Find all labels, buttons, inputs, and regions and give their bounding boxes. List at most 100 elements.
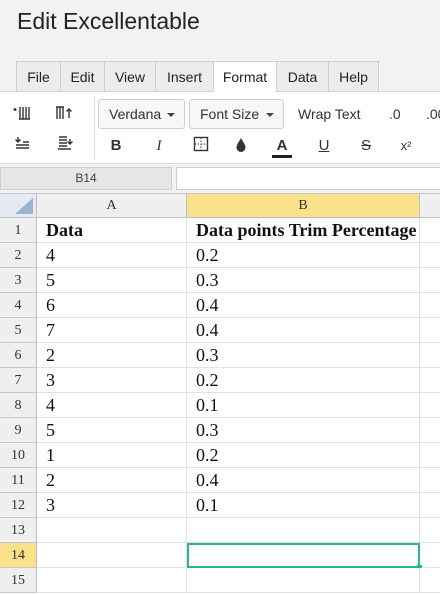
cell-a9[interactable]: 5 bbox=[37, 418, 187, 443]
align-right-icon[interactable] bbox=[54, 132, 76, 154]
row-header[interactable]: 7 bbox=[0, 368, 37, 393]
select-all-corner[interactable] bbox=[0, 194, 37, 218]
cell-a2[interactable]: 4 bbox=[37, 243, 187, 268]
cell-a13[interactable] bbox=[37, 518, 187, 543]
row-header[interactable]: 10 bbox=[0, 443, 37, 468]
row-header[interactable]: 15 bbox=[0, 568, 37, 593]
cell-c6[interactable] bbox=[420, 343, 440, 368]
cell-b12[interactable]: 0.1 bbox=[187, 493, 420, 518]
row-header[interactable]: 9 bbox=[0, 418, 37, 443]
cell-c11[interactable] bbox=[420, 468, 440, 493]
cell-a7[interactable]: 3 bbox=[37, 368, 187, 393]
underline-button[interactable]: U bbox=[314, 136, 334, 156]
cell-c8[interactable] bbox=[420, 393, 440, 418]
menu-view[interactable]: View bbox=[104, 61, 156, 92]
cell-b9[interactable]: 0.3 bbox=[187, 418, 420, 443]
cell-a10[interactable]: 1 bbox=[37, 443, 187, 468]
app-title: Edit Excellentable bbox=[17, 8, 200, 34]
column-header-b[interactable]: B bbox=[187, 194, 420, 218]
cell-a8[interactable]: 4 bbox=[37, 393, 187, 418]
corner-triangle-icon bbox=[15, 198, 33, 214]
row-header[interactable]: 5 bbox=[0, 318, 37, 343]
cell-c12[interactable] bbox=[420, 493, 440, 518]
increase-column-icon[interactable] bbox=[12, 102, 34, 124]
cell-c5[interactable] bbox=[420, 318, 440, 343]
row-header[interactable]: 8 bbox=[0, 393, 37, 418]
cell-c1[interactable] bbox=[420, 218, 440, 243]
decrease-column-icon[interactable] bbox=[54, 102, 76, 124]
row-header[interactable]: 11 bbox=[0, 468, 37, 493]
cell-c15[interactable] bbox=[420, 568, 440, 593]
fill-color-icon[interactable] bbox=[231, 136, 251, 156]
row-header[interactable]: 3 bbox=[0, 268, 37, 293]
decrease-decimal-button[interactable]: .0 bbox=[389, 106, 401, 122]
cell-c3[interactable] bbox=[420, 268, 440, 293]
row-header[interactable]: 12 bbox=[0, 493, 37, 518]
active-cell-b14[interactable] bbox=[187, 543, 420, 568]
cell-a4[interactable]: 6 bbox=[37, 293, 187, 318]
font-family-dropdown[interactable]: Verdana bbox=[98, 99, 185, 129]
cell-c9[interactable] bbox=[420, 418, 440, 443]
cell-c4[interactable] bbox=[420, 293, 440, 318]
cell-b3[interactable]: 0.3 bbox=[187, 268, 420, 293]
menu-insert[interactable]: Insert bbox=[155, 61, 214, 92]
row-header[interactable]: 6 bbox=[0, 343, 37, 368]
cell-a5[interactable]: 7 bbox=[37, 318, 187, 343]
cell-c14[interactable] bbox=[420, 543, 440, 568]
strikethrough-button[interactable]: S bbox=[356, 136, 376, 156]
cell-b15[interactable] bbox=[187, 568, 420, 593]
cell-b5[interactable]: 0.4 bbox=[187, 318, 420, 343]
cell-a6[interactable]: 2 bbox=[37, 343, 187, 368]
superscript-button[interactable]: x² bbox=[396, 136, 416, 156]
menu-format[interactable]: Format bbox=[213, 61, 277, 93]
row-header[interactable]: 14 bbox=[0, 543, 37, 568]
row-header[interactable]: 2 bbox=[0, 243, 37, 268]
format-toolbar: Verdana Font Size Wrap Text .0 .00 B I A… bbox=[0, 92, 440, 164]
cell-b6[interactable]: 0.3 bbox=[187, 343, 420, 368]
menu-data[interactable]: Data bbox=[276, 61, 329, 92]
cell-a3[interactable]: 5 bbox=[37, 268, 187, 293]
cell-b11[interactable]: 0.4 bbox=[187, 468, 420, 493]
menu-edit[interactable]: Edit bbox=[60, 61, 105, 92]
row-header[interactable]: 1 bbox=[0, 218, 37, 243]
cell-b8[interactable]: 0.1 bbox=[187, 393, 420, 418]
increase-decimal-button[interactable]: .00 bbox=[426, 106, 440, 122]
cell-a12[interactable]: 3 bbox=[37, 493, 187, 518]
cell-c2[interactable] bbox=[420, 243, 440, 268]
cell-b4[interactable]: 0.4 bbox=[187, 293, 420, 318]
italic-button[interactable]: I bbox=[149, 136, 169, 156]
text-color-button[interactable]: A bbox=[272, 136, 292, 158]
cell-c13[interactable] bbox=[420, 518, 440, 543]
font-size-value: Font Size bbox=[200, 106, 260, 122]
menu-bar: File Edit View Insert Format Data Help bbox=[0, 50, 440, 93]
formula-bar: B14 bbox=[0, 164, 440, 194]
bold-button[interactable]: B bbox=[106, 136, 126, 156]
cell-a15[interactable] bbox=[37, 568, 187, 593]
row-header[interactable]: 4 bbox=[0, 293, 37, 318]
cell-b10[interactable]: 0.2 bbox=[187, 443, 420, 468]
title-bar: Edit Excellentable bbox=[0, 0, 440, 50]
cell-b1[interactable]: Data points Trim Percentage bbox=[187, 218, 420, 243]
cell-a11[interactable]: 2 bbox=[37, 468, 187, 493]
borders-icon[interactable] bbox=[191, 136, 211, 156]
chevron-down-icon bbox=[167, 113, 175, 117]
menu-file[interactable]: File bbox=[16, 61, 61, 92]
cell-b13[interactable] bbox=[187, 518, 420, 543]
font-size-dropdown[interactable]: Font Size bbox=[189, 99, 284, 129]
formula-input[interactable] bbox=[176, 167, 440, 190]
wrap-text-button[interactable]: Wrap Text bbox=[298, 106, 361, 122]
cell-c7[interactable] bbox=[420, 368, 440, 393]
cell-b2[interactable]: 0.2 bbox=[187, 243, 420, 268]
cell-b7[interactable]: 0.2 bbox=[187, 368, 420, 393]
menu-help[interactable]: Help bbox=[328, 61, 379, 92]
column-header-c[interactable] bbox=[420, 194, 440, 218]
align-left-icon[interactable] bbox=[12, 132, 34, 154]
cell-reference-box[interactable]: B14 bbox=[0, 167, 172, 190]
font-family-value: Verdana bbox=[109, 106, 162, 122]
cell-a14[interactable] bbox=[37, 543, 187, 568]
toolbar-separator bbox=[94, 96, 95, 160]
column-header-a[interactable]: A bbox=[37, 194, 187, 218]
row-header[interactable]: 13 bbox=[0, 518, 37, 543]
cell-c10[interactable] bbox=[420, 443, 440, 468]
cell-a1[interactable]: Data bbox=[37, 218, 187, 243]
